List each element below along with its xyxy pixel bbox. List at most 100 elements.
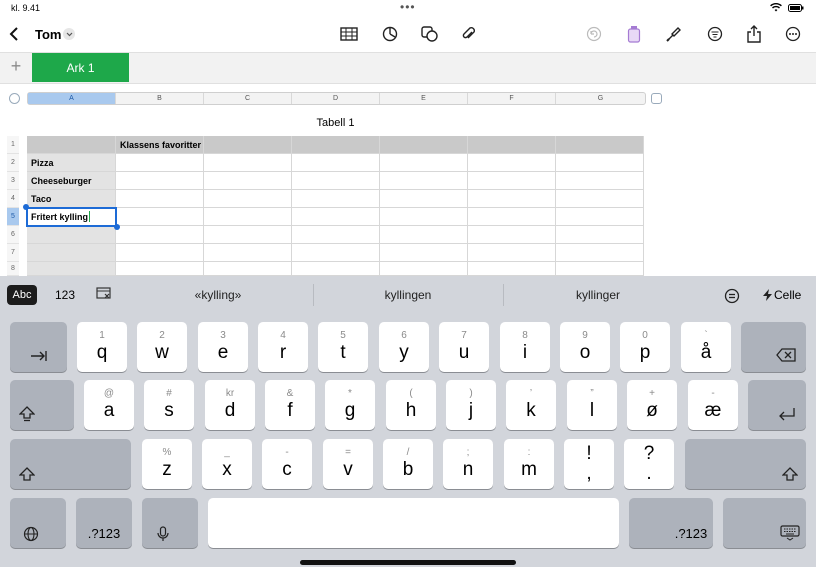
cell[interactable]: [556, 262, 644, 276]
key-g[interactable]: * g: [325, 380, 375, 430]
cell[interactable]: [380, 172, 468, 190]
cell[interactable]: [468, 226, 556, 244]
column-header-g[interactable]: G: [556, 93, 645, 104]
cell[interactable]: [380, 244, 468, 262]
shift-right-key[interactable]: [685, 439, 806, 489]
column-header-a[interactable]: A: [28, 93, 116, 104]
key-j[interactable]: ) j: [446, 380, 496, 430]
cell-button[interactable]: Celle: [763, 288, 801, 302]
cell[interactable]: [27, 244, 116, 262]
space-key[interactable]: [208, 498, 619, 548]
document-title[interactable]: Tom: [35, 27, 61, 42]
shift-left-key[interactable]: [10, 439, 131, 489]
cell[interactable]: [556, 154, 644, 172]
cell[interactable]: [468, 172, 556, 190]
cell[interactable]: [556, 172, 644, 190]
cell[interactable]: [380, 136, 468, 154]
shape-icon[interactable]: [420, 24, 440, 44]
cell[interactable]: [204, 208, 292, 226]
key-s[interactable]: # s: [144, 380, 194, 430]
row-header[interactable]: 8: [7, 262, 19, 276]
key-question-period[interactable]: ?.: [624, 439, 674, 489]
key-u[interactable]: 7u: [439, 322, 489, 372]
row-header[interactable]: 7: [7, 244, 19, 262]
selection-handle-bottom[interactable]: [114, 224, 120, 230]
cell[interactable]: [380, 190, 468, 208]
row-header[interactable]: 6: [7, 226, 19, 244]
cell[interactable]: [116, 244, 204, 262]
backspace-key[interactable]: [741, 322, 806, 372]
cell[interactable]: [380, 208, 468, 226]
numbers-key-right[interactable]: .?123: [629, 498, 713, 548]
key-f[interactable]: & f: [265, 380, 315, 430]
cell[interactable]: [27, 226, 116, 244]
key-m[interactable]: :m: [504, 439, 554, 489]
cell[interactable]: [468, 136, 556, 154]
add-sheet-button[interactable]: +: [8, 56, 24, 76]
suggestion-2[interactable]: kyllingen: [350, 288, 466, 302]
key-h[interactable]: (h: [386, 380, 436, 430]
cell[interactable]: [204, 226, 292, 244]
cell[interactable]: [204, 262, 292, 276]
column-header-b[interactable]: B: [116, 93, 204, 104]
return-key[interactable]: [748, 380, 806, 430]
selection-handle-top[interactable]: [23, 204, 29, 210]
cell-b1[interactable]: Klassens favoritter: [116, 136, 204, 154]
cell[interactable]: [116, 190, 204, 208]
cell-a2[interactable]: Pizza: [27, 154, 116, 172]
back-chevron-icon[interactable]: [4, 24, 24, 44]
share-icon[interactable]: [744, 24, 764, 44]
key-a[interactable]: @ a: [84, 380, 134, 430]
cell[interactable]: [468, 262, 556, 276]
formula-equals-icon[interactable]: [724, 288, 740, 309]
key-r[interactable]: 4r: [258, 322, 308, 372]
column-header-e[interactable]: E: [380, 93, 468, 104]
cell[interactable]: [468, 244, 556, 262]
caps-lock-key[interactable]: [10, 380, 74, 430]
title-chevron-down-icon[interactable]: [63, 28, 75, 40]
key-t[interactable]: 5t: [318, 322, 368, 372]
dictation-key[interactable]: [142, 498, 198, 548]
cell[interactable]: [380, 262, 468, 276]
abc-mode-button[interactable]: Abc: [7, 285, 37, 305]
key-e[interactable]: 3e: [198, 322, 248, 372]
cell[interactable]: [116, 262, 204, 276]
key-v[interactable]: = v: [323, 439, 373, 489]
globe-key[interactable]: [10, 498, 66, 548]
multitasking-dots[interactable]: •••: [400, 0, 416, 14]
cell[interactable]: [27, 262, 116, 276]
column-header-c[interactable]: C: [204, 93, 292, 104]
key-y[interactable]: 6y: [379, 322, 429, 372]
cell[interactable]: [556, 136, 644, 154]
cell[interactable]: [292, 190, 380, 208]
cell[interactable]: [380, 154, 468, 172]
cell[interactable]: [556, 208, 644, 226]
cell[interactable]: [116, 172, 204, 190]
table-icon[interactable]: [339, 24, 359, 44]
key-k[interactable]: ’ k: [506, 380, 556, 430]
row-header[interactable]: 4: [7, 190, 19, 208]
cell[interactable]: [204, 172, 292, 190]
cell[interactable]: [116, 154, 204, 172]
paintbrush-icon[interactable]: [664, 24, 684, 44]
row-header[interactable]: 1: [7, 136, 19, 154]
key-p[interactable]: 0p: [620, 322, 670, 372]
key-n[interactable]: ; n: [443, 439, 493, 489]
cell[interactable]: [292, 226, 380, 244]
key-exclaim-comma[interactable]: !,: [564, 439, 614, 489]
cell[interactable]: [292, 136, 380, 154]
key-c[interactable]: -c: [262, 439, 312, 489]
suggestion-3[interactable]: kyllinger: [540, 288, 656, 302]
key-l[interactable]: ” l: [567, 380, 617, 430]
cell[interactable]: [292, 208, 380, 226]
paperclip-icon[interactable]: [458, 24, 478, 44]
cell[interactable]: [468, 190, 556, 208]
key-oe[interactable]: + ø: [627, 380, 677, 430]
undo-icon[interactable]: [584, 24, 604, 44]
list-filter-icon[interactable]: [705, 24, 725, 44]
key-x[interactable]: _ x: [202, 439, 252, 489]
tab-ark-1[interactable]: Ark 1: [32, 53, 129, 82]
row-header[interactable]: 2: [7, 154, 19, 172]
cell[interactable]: [292, 262, 380, 276]
column-header-d[interactable]: D: [292, 93, 380, 104]
